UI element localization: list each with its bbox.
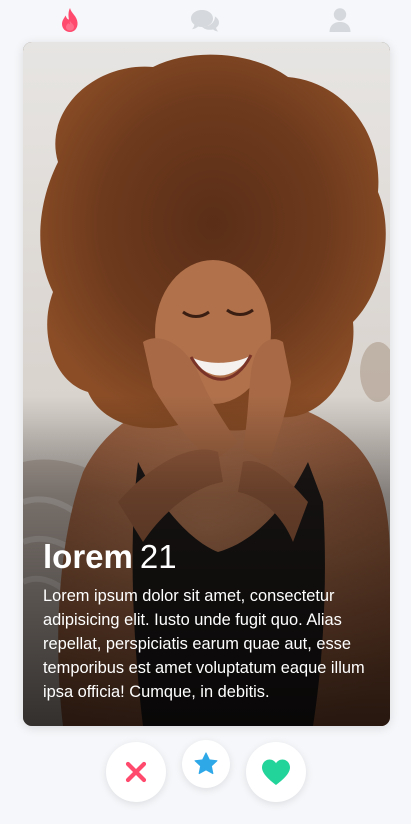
chat-bubbles-icon	[191, 10, 219, 32]
nav-messages[interactable]	[190, 6, 220, 34]
super-like-button[interactable]	[182, 740, 230, 788]
name-age-line: lorem 21	[43, 538, 374, 576]
action-bar	[0, 740, 411, 804]
profile-card[interactable]: lorem 21 Lorem ipsum dolor sit amet, cons…	[23, 42, 390, 726]
heart-icon	[262, 759, 290, 785]
profile-age: 21	[139, 538, 177, 575]
nav-discover[interactable]	[56, 6, 84, 34]
like-button[interactable]	[246, 742, 306, 802]
star-icon	[194, 752, 218, 775]
close-icon	[125, 761, 147, 783]
profile-name: lorem	[43, 538, 133, 575]
nope-button[interactable]	[106, 742, 166, 802]
nav-profile[interactable]	[326, 6, 354, 34]
profile-info: lorem 21 Lorem ipsum dolor sit amet, cons…	[43, 538, 374, 704]
profile-bio: Lorem ipsum dolor sit amet, consectetur …	[43, 587, 365, 701]
user-icon	[329, 8, 351, 32]
flame-icon	[62, 8, 78, 32]
top-nav	[0, 0, 411, 42]
